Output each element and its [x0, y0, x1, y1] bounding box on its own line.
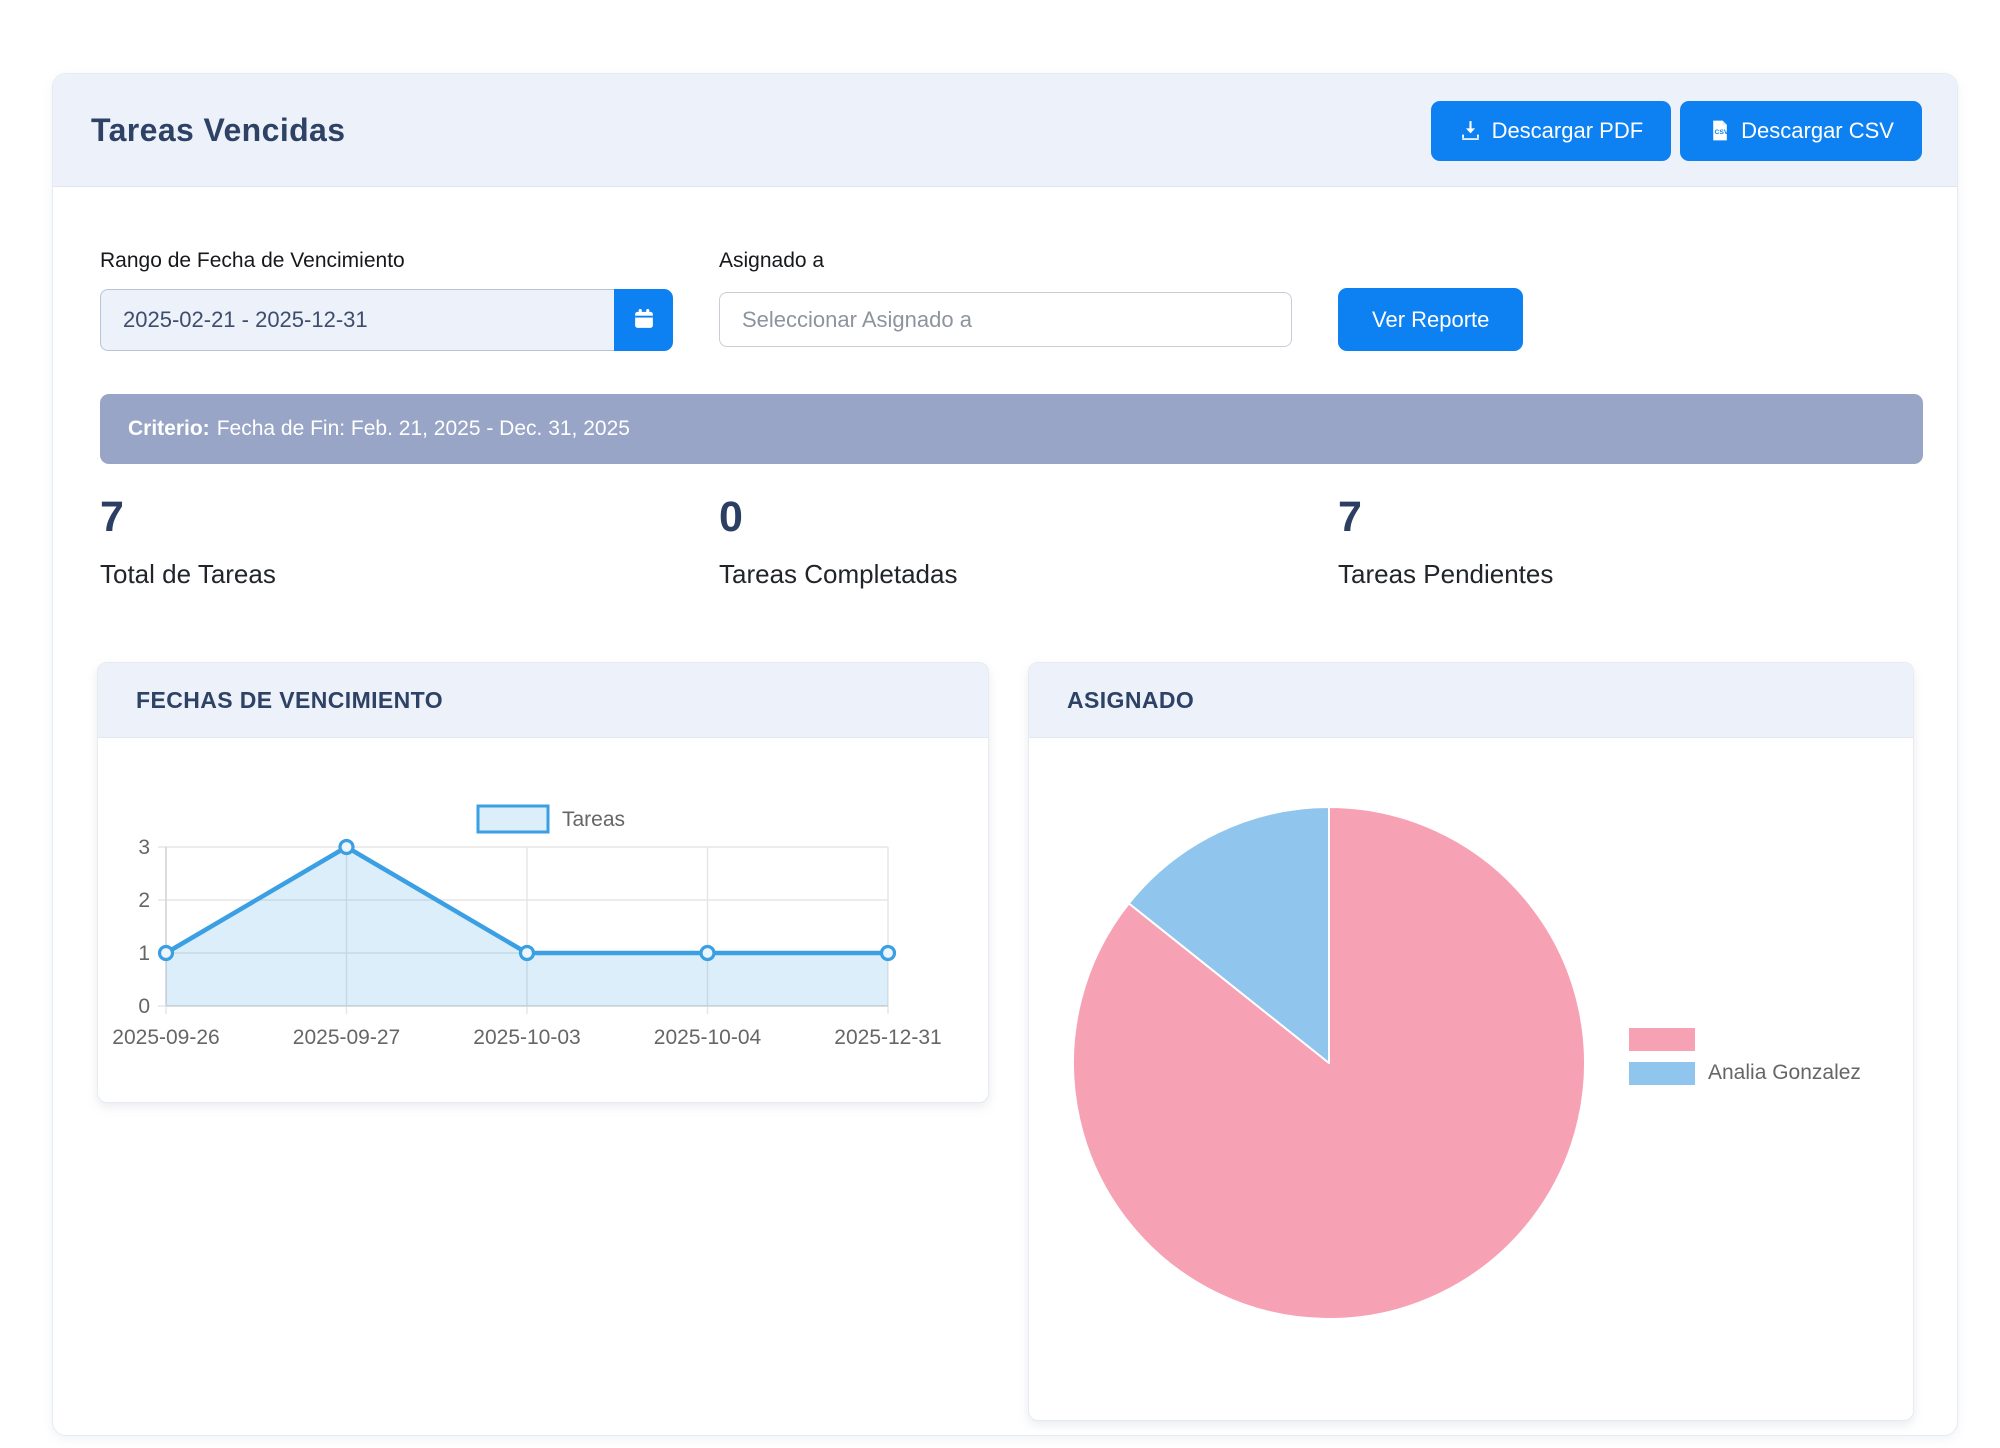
stat-completed: 0 Tareas Completadas — [719, 494, 1219, 590]
assignee-input[interactable] — [719, 292, 1292, 347]
page-title: Tareas Vencidas — [91, 74, 345, 187]
svg-text:Tareas: Tareas — [562, 808, 625, 831]
pie-legend-swatch-blue — [1629, 1062, 1695, 1085]
criteria-text: Fecha de Fin: Feb. 21, 2025 - Dec. 31, 2… — [217, 417, 630, 441]
criteria-prefix: Criterio: — [128, 417, 210, 441]
stat-total-value: 7 — [100, 494, 600, 541]
assignee-pie-chart — [1059, 793, 1599, 1333]
pie-legend-swatch-pink — [1629, 1028, 1695, 1051]
assignee-card-header: ASIGNADO — [1029, 663, 1913, 738]
download-pdf-button[interactable]: Descargar PDF — [1431, 101, 1672, 161]
svg-text:CSV: CSV — [1715, 129, 1729, 136]
svg-text:2: 2 — [138, 889, 150, 912]
header-actions: Descargar PDF CSV Descargar CSV — [1431, 74, 1922, 187]
stat-completed-value: 0 — [719, 494, 1219, 541]
view-report-button[interactable]: Ver Reporte — [1338, 288, 1523, 351]
svg-text:2025-12-31: 2025-12-31 — [834, 1026, 941, 1049]
svg-text:3: 3 — [138, 836, 150, 859]
due-dates-line-chart: 0 1 2 3 2025-09-26 2025-09-27 2025-10-03 2025-1… — [106, 792, 966, 1072]
svg-text:2025-10-03: 2025-10-03 — [473, 1026, 580, 1049]
due-dates-card-header: FECHAS DE VENCIMIENTO — [98, 663, 988, 738]
date-range-label: Rango de Fecha de Vencimiento — [100, 249, 405, 273]
assignee-card-title: ASIGNADO — [1067, 687, 1194, 714]
calendar-button[interactable] — [614, 289, 673, 351]
svg-text:2025-09-26: 2025-09-26 — [112, 1026, 219, 1049]
calendar-icon — [631, 306, 657, 335]
download-csv-label: Descargar CSV — [1741, 118, 1894, 144]
pie-legend-label-analia: Analia Gonzalez — [1708, 1061, 1861, 1085]
assignee-chart-card: ASIGNADO Analia Gonzalez — [1028, 662, 1914, 1421]
criteria-banner: Criterio: Fecha de Fin: Feb. 21, 2025 - … — [100, 394, 1923, 464]
stat-completed-label: Tareas Completadas — [719, 559, 1219, 590]
svg-text:0: 0 — [138, 995, 150, 1018]
svg-text:2025-09-27: 2025-09-27 — [293, 1026, 400, 1049]
date-range-group — [100, 289, 673, 351]
report-card-header: Tareas Vencidas Descargar PDF CSV Descar… — [53, 74, 1957, 187]
stat-pending-label: Tareas Pendientes — [1338, 559, 1838, 590]
pie-legend-item-unassigned[interactable] — [1629, 1028, 1708, 1051]
stat-total: 7 Total de Tareas — [100, 494, 600, 590]
assignee-label: Asignado a — [719, 249, 824, 273]
overdue-tasks-page: Tareas Vencidas Descargar PDF CSV Descar… — [0, 0, 2000, 1448]
stat-total-label: Total de Tareas — [100, 559, 600, 590]
csv-file-icon: CSV — [1708, 119, 1731, 142]
download-icon — [1459, 119, 1482, 142]
download-pdf-label: Descargar PDF — [1492, 118, 1644, 144]
pie-legend-item-analia[interactable]: Analia Gonzalez — [1629, 1061, 1861, 1085]
svg-text:2025-10-04: 2025-10-04 — [654, 1026, 762, 1049]
date-range-input[interactable] — [100, 289, 614, 351]
svg-text:1: 1 — [138, 942, 150, 965]
stat-pending-value: 7 — [1338, 494, 1838, 541]
due-dates-chart-card: FECHAS DE VENCIMIENTO 0 1 2 3 2025-09-26 2025… — [97, 662, 989, 1103]
stat-pending: 7 Tareas Pendientes — [1338, 494, 1838, 590]
download-csv-button[interactable]: CSV Descargar CSV — [1680, 101, 1922, 161]
report-card: Tareas Vencidas Descargar PDF CSV Descar… — [52, 73, 1958, 1436]
due-dates-card-title: FECHAS DE VENCIMIENTO — [136, 687, 443, 714]
